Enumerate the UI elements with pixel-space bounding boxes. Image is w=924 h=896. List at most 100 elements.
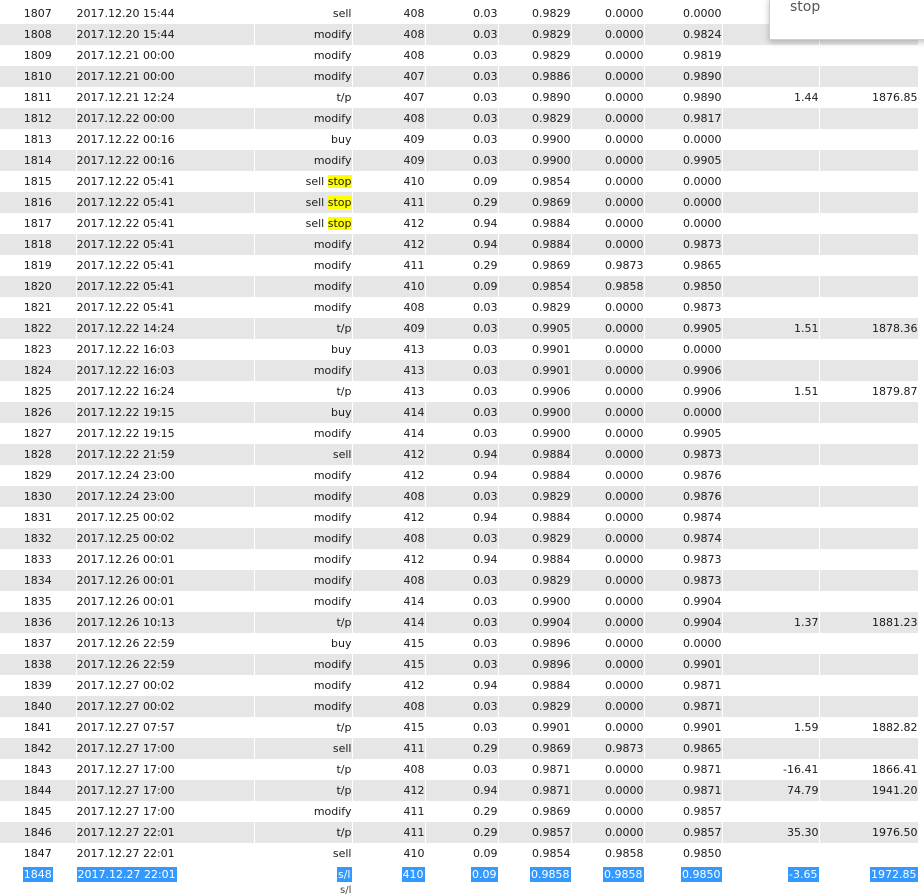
row-size: 0.94 (425, 549, 499, 570)
row-stop-loss: 0.0000 (571, 129, 645, 150)
row-profit (722, 339, 820, 360)
row-number: 1831 (0, 507, 77, 528)
table-row[interactable]: 1813 2017.12.22 00:16 buy 409 0.03 0.9900 0.00… (0, 129, 919, 150)
table-row[interactable]: 1815 2017.12.22 05:41 sell stop 410 0.09 0.98… (0, 171, 919, 192)
row-size: 0.09 (425, 864, 499, 885)
row-take-profit: 0.0000 (644, 3, 723, 24)
find-popup[interactable]: stop (769, 0, 924, 40)
row-stop-loss: 0.0000 (571, 66, 645, 87)
row-take-profit: 0.0000 (644, 213, 723, 234)
table-row[interactable]: 1828 2017.12.22 21:59 sell 412 0.94 0.9884 0.0… (0, 444, 919, 465)
table-row[interactable]: 1833 2017.12.26 00:01 modify 412 0.94 0.9884 0… (0, 549, 919, 570)
table-row[interactable]: 1819 2017.12.22 05:41 modify 411 0.29 0.9869 0… (0, 255, 919, 276)
row-price: 0.9869 (498, 801, 572, 822)
table-row[interactable]: 1825 2017.12.22 16:24 t/p 413 0.03 0.9906 0.00… (0, 381, 919, 402)
table-row[interactable]: 1812 2017.12.22 00:00 modify 408 0.03 0.9829 0… (0, 108, 919, 129)
type-prefix: sell (305, 217, 328, 230)
table-row[interactable]: 1827 2017.12.22 19:15 modify 414 0.03 0.9900 0… (0, 423, 919, 444)
row-take-profit: 0.9906 (644, 381, 723, 402)
table-row[interactable]: 1816 2017.12.22 05:41 sell stop 411 0.29 0.98… (0, 192, 919, 213)
row-profit (722, 801, 820, 822)
row-profit (722, 654, 820, 675)
table-row[interactable]: 1809 2017.12.21 00:00 modify 408 0.03 0.9829 0… (0, 45, 919, 66)
table-row[interactable]: 1839 2017.12.27 00:02 modify 412 0.94 0.9884 0… (0, 675, 919, 696)
table-row[interactable]: 1831 2017.12.25 00:02 modify 412 0.94 0.9884 0… (0, 507, 919, 528)
row-price: 0.9901 (498, 717, 572, 738)
table-row[interactable]: 1820 2017.12.22 05:41 modify 410 0.09 0.9854 0… (0, 276, 919, 297)
table-row[interactable]: 1824 2017.12.22 16:03 modify 413 0.03 0.9901 0… (0, 360, 919, 381)
row-order: 409 (352, 150, 426, 171)
table-row[interactable]: 1847 2017.12.27 22:01 sell 410 0.09 0.9854 0.9… (0, 843, 919, 864)
row-order: 414 (352, 612, 426, 633)
row-number: 1825 (0, 381, 77, 402)
row-size: 0.03 (425, 45, 499, 66)
row-type: sell stop (254, 171, 353, 192)
row-take-profit: 0.9876 (644, 465, 723, 486)
table-row[interactable]: 1817 2017.12.22 05:41 sell stop 412 0.94 0.98… (0, 213, 919, 234)
table-row[interactable]: 1823 2017.12.22 16:03 buy 413 0.03 0.9901 0.00… (0, 339, 919, 360)
row-profit (722, 738, 820, 759)
row-stop-loss: 0.0000 (571, 570, 645, 591)
row-time: 2017.12.22 00:16 (76, 129, 255, 150)
row-time: 2017.12.22 19:15 (76, 423, 255, 444)
row-balance (819, 423, 919, 444)
row-profit: -3.65 (722, 864, 820, 885)
row-type: sell (254, 738, 353, 759)
selected-text: 0.9858 (603, 867, 643, 882)
row-balance (819, 570, 919, 591)
row-stop-loss: 0.0000 (571, 717, 645, 738)
table-row[interactable]: 1841 2017.12.27 07:57 t/p 415 0.03 0.9901 0.00… (0, 717, 919, 738)
table-row[interactable]: 1842 2017.12.27 17:00 sell 411 0.29 0.9869 0.9… (0, 738, 919, 759)
table-row[interactable]: 1835 2017.12.26 00:01 modify 414 0.03 0.9900 0… (0, 591, 919, 612)
row-number: 1837 (0, 633, 77, 654)
row-order: 411 (352, 822, 426, 843)
table-row[interactable]: 1810 2017.12.21 00:00 modify 407 0.03 0.9886 0… (0, 66, 919, 87)
table-row[interactable]: 1846 2017.12.27 22:01 t/p 411 0.29 0.9857 0.00… (0, 822, 919, 843)
row-size: 0.03 (425, 381, 499, 402)
table-row[interactable]: 1826 2017.12.22 19:15 buy 414 0.03 0.9900 0.00… (0, 402, 919, 423)
row-price: 0.9854 (498, 276, 572, 297)
row-balance (819, 633, 919, 654)
trade-history-table: 1807 2017.12.20 15:44 sell 408 0.03 0.9829 0.0… (0, 3, 919, 885)
table-row[interactable]: 1832 2017.12.25 00:02 modify 408 0.03 0.9829 0… (0, 528, 919, 549)
table-row[interactable]: 1843 2017.12.27 17:00 t/p 408 0.03 0.9871 0.00… (0, 759, 919, 780)
table-row[interactable]: 1844 2017.12.27 17:00 t/p 412 0.94 0.9871 0.00… (0, 780, 919, 801)
row-type: modify (254, 549, 353, 570)
table-row[interactable]: 1838 2017.12.26 22:59 modify 415 0.03 0.9896 0… (0, 654, 919, 675)
row-time: 2017.12.22 16:03 (76, 360, 255, 381)
row-time: 2017.12.21 00:00 (76, 66, 255, 87)
row-number: 1827 (0, 423, 77, 444)
row-size: 0.03 (425, 360, 499, 381)
table-row[interactable]: 1834 2017.12.26 00:01 modify 408 0.03 0.9829 0… (0, 570, 919, 591)
table-row[interactable]: 1829 2017.12.24 23:00 modify 412 0.94 0.9884 0… (0, 465, 919, 486)
row-number: 1841 (0, 717, 77, 738)
row-profit (722, 129, 820, 150)
table-row[interactable]: 1822 2017.12.22 14:24 t/p 409 0.03 0.9905 0.00… (0, 318, 919, 339)
row-price: 0.9829 (498, 570, 572, 591)
row-time: 2017.12.26 10:13 (76, 612, 255, 633)
table-row[interactable]: 1811 2017.12.21 12:24 t/p 407 0.03 0.9890 0.00… (0, 87, 919, 108)
table-row[interactable]: 1814 2017.12.22 00:16 modify 409 0.03 0.9900 0… (0, 150, 919, 171)
table-row[interactable]: 1830 2017.12.24 23:00 modify 408 0.03 0.9829 0… (0, 486, 919, 507)
row-order: 412 (352, 444, 426, 465)
table-row[interactable]: 1818 2017.12.22 05:41 modify 412 0.94 0.9884 0… (0, 234, 919, 255)
row-time: 2017.12.22 05:41 (76, 297, 255, 318)
row-take-profit: 0.9905 (644, 150, 723, 171)
row-price: 0.9829 (498, 696, 572, 717)
row-type: modify (254, 423, 353, 444)
table-row[interactable]: 1821 2017.12.22 05:41 modify 408 0.03 0.9829 0… (0, 297, 919, 318)
row-take-profit: 0.9824 (644, 24, 723, 45)
table-row[interactable]: 1837 2017.12.26 22:59 buy 415 0.03 0.9896 0.00… (0, 633, 919, 654)
selected-text: 410 (401, 867, 424, 882)
row-order: 408 (352, 108, 426, 129)
row-number: 1816 (0, 192, 77, 213)
row-profit (722, 843, 820, 864)
table-row[interactable]: 1836 2017.12.26 10:13 t/p 414 0.03 0.9904 0.00… (0, 612, 919, 633)
row-take-profit: 0.9865 (644, 255, 723, 276)
table-row[interactable]: 1845 2017.12.27 17:00 modify 411 0.29 0.9869 0… (0, 801, 919, 822)
table-row[interactable]: 1840 2017.12.27 00:02 modify 408 0.03 0.9829 0… (0, 696, 919, 717)
row-order: 414 (352, 591, 426, 612)
table-row[interactable]: 1848 2017.12.27 22:01 s/l 410 0.09 0.9858 0.98… (0, 864, 919, 885)
row-price: 0.9904 (498, 612, 572, 633)
selected-text: s/l (337, 867, 351, 882)
